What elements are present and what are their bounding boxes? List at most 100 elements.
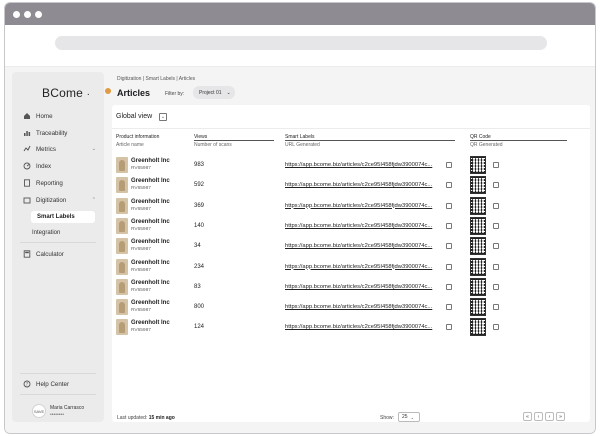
copy-icon[interactable]	[491, 263, 499, 274]
sidebar-divider	[20, 242, 96, 243]
sidebar-item-index[interactable]: Index	[22, 160, 51, 172]
user-name: Maria Carrasco	[50, 405, 85, 411]
product-thumbnail	[116, 217, 128, 234]
page-size-select[interactable]: 25 ⌄	[398, 412, 420, 422]
smart-label-url-link[interactable]: https://app.bcome.biz/articles/c2ce95I45…	[285, 162, 432, 168]
product-thumbnail	[116, 197, 128, 214]
copy-icon[interactable]	[491, 324, 499, 335]
copy-icon[interactable]	[444, 283, 452, 294]
pager-first-button[interactable]: «	[523, 412, 532, 421]
sidebar-item-calculator[interactable]: Calculator	[22, 248, 64, 260]
sidebar-item-traceability[interactable]: Traceability	[22, 127, 67, 139]
column-underline	[470, 140, 567, 141]
copy-icon[interactable]	[491, 304, 499, 315]
product-code: RV65987	[131, 166, 151, 171]
avatar[interactable]: SAVE	[32, 404, 46, 418]
views-count: 800	[194, 304, 205, 311]
page-title: Articles	[117, 88, 151, 98]
chevron-up-icon: ⌃	[91, 197, 96, 203]
sidebar-item-digitization[interactable]: Digitization ⌃	[22, 194, 96, 206]
product-code: RV65987	[131, 247, 151, 253]
sidebar: BCome · Home Traceability Metrics ⌄ Inde…	[12, 72, 111, 422]
smart-label-url-link[interactable]: https://app.bcome.biz/articles/c2ce95I45…	[285, 203, 432, 209]
filter-label: Filter by:	[165, 91, 185, 97]
qr-code-image[interactable]	[470, 298, 486, 317]
show-label: Show:	[380, 415, 394, 421]
smart-label-url-link[interactable]: https://app.bcome.biz/articles/c2ce95I45…	[285, 304, 432, 310]
sidebar-item-metrics[interactable]: Metrics ⌄	[22, 143, 96, 155]
table-row[interactable]: Greenholt Inc RV65987 234 https://app.bcome…	[112, 257, 590, 277]
last-updated: Last updated: 15 min ago	[117, 415, 175, 421]
qr-code-image[interactable]	[470, 216, 486, 235]
smart-label-url-link[interactable]: https://app.bcome.biz/articles/c2ce95I45…	[285, 264, 432, 270]
copy-icon[interactable]	[491, 283, 499, 294]
expand-icon[interactable]: ⌄	[159, 113, 167, 121]
sidebar-item-reporting[interactable]: Reporting	[22, 177, 63, 189]
user-password-mask: ••••••••	[50, 412, 65, 418]
qr-code-image[interactable]	[470, 318, 486, 337]
calculator-icon	[22, 250, 31, 259]
help-icon: ?	[22, 380, 31, 389]
product-thumbnail	[116, 177, 128, 194]
qr-code-image[interactable]	[470, 237, 486, 256]
qr-code-image[interactable]	[470, 196, 486, 215]
copy-icon[interactable]	[444, 222, 452, 233]
table-row[interactable]: Greenholt Inc RV65987 34 https://app.bcome.…	[112, 236, 590, 256]
global-view-label: Global view	[116, 113, 153, 120]
pager-next-button[interactable]: ›	[545, 412, 554, 421]
sidebar-item-home[interactable]: Home	[22, 110, 53, 122]
copy-icon[interactable]	[444, 304, 452, 315]
project-filter-select[interactable]: Project 01 ⌄	[193, 86, 235, 99]
copy-icon[interactable]	[444, 324, 452, 335]
notification-badge[interactable]	[105, 88, 111, 94]
smart-label-url-link[interactable]: https://app.bcome.biz/articles/c2ce95I45…	[285, 223, 432, 229]
column-subheader-num-scans: Number of scans	[194, 142, 232, 148]
qr-code-image[interactable]	[470, 176, 486, 195]
copy-icon[interactable]	[491, 202, 499, 213]
table-row[interactable]: Greenholt Inc RV65987 124 https://app.bcome…	[112, 317, 590, 337]
smart-label-url-link[interactable]: https://app.bcome.biz/articles/c2ce95I45…	[285, 324, 432, 330]
copy-icon[interactable]	[491, 243, 499, 254]
product-thumbnail	[116, 319, 128, 336]
views-count: 34	[194, 243, 201, 250]
project-filter-value: Project 01	[199, 89, 222, 96]
pager-last-button[interactable]: »	[556, 412, 565, 421]
chevron-down-icon: ⌄	[410, 414, 414, 420]
window-close-dot[interactable]	[13, 11, 20, 18]
pager-prev-button[interactable]: ‹	[534, 412, 543, 421]
product-code: RV65987	[131, 328, 151, 334]
sidebar-item-integration[interactable]: Integration	[32, 230, 60, 236]
copy-icon[interactable]	[491, 162, 499, 172]
gauge-icon	[22, 162, 31, 171]
qr-code-image[interactable]	[470, 257, 486, 276]
help-center-link[interactable]: ? Help Center	[22, 378, 69, 390]
table-row[interactable]: Greenholt Inc RV65987 592 https://app.bcome…	[112, 175, 590, 195]
breadcrumb[interactable]: Digitization | Smart Labels | Articles	[117, 76, 195, 82]
copy-icon[interactable]	[444, 263, 452, 274]
window-maximize-dot[interactable]	[35, 11, 42, 18]
sidebar-item-label: Reporting	[36, 179, 63, 187]
smart-label-url-link[interactable]: https://app.bcome.biz/articles/c2ce95I45…	[285, 182, 432, 188]
table-row[interactable]: Greenholt Inc RV65987 800 https://app.bcome…	[112, 297, 590, 317]
copy-icon[interactable]	[444, 162, 452, 172]
table-row[interactable]: Greenholt Inc RV65987 83 https://app.bcome.…	[112, 277, 590, 297]
address-bar[interactable]	[55, 36, 547, 50]
table-row[interactable]: Greenholt Inc RV65987 369 https://app.bcome…	[112, 196, 590, 216]
table-row[interactable]: Greenholt Inc RV65987 983 https://app.bcome…	[112, 155, 590, 175]
copy-icon[interactable]	[491, 182, 499, 193]
copy-icon[interactable]	[444, 202, 452, 213]
qr-code-image[interactable]	[470, 277, 486, 296]
qr-code-image[interactable]	[470, 156, 486, 174]
window-minimize-dot[interactable]	[24, 11, 31, 18]
sidebar-item-smart-labels[interactable]: Smart Labels	[31, 211, 95, 223]
copy-icon[interactable]	[444, 243, 452, 254]
chevron-down-icon: ⌄	[226, 89, 231, 96]
home-icon	[22, 112, 31, 121]
smart-label-url-link[interactable]: https://app.bcome.biz/articles/c2ce95I45…	[285, 243, 432, 249]
chevron-down-icon: ⌄	[91, 146, 96, 152]
smart-label-url-link[interactable]: https://app.bcome.biz/articles/c2ce95I45…	[285, 284, 432, 290]
copy-icon[interactable]	[444, 182, 452, 193]
table-row[interactable]: Greenholt Inc RV65987 140 https://app.bcome…	[112, 216, 590, 236]
copy-icon[interactable]	[491, 222, 499, 233]
card-divider	[112, 128, 590, 129]
